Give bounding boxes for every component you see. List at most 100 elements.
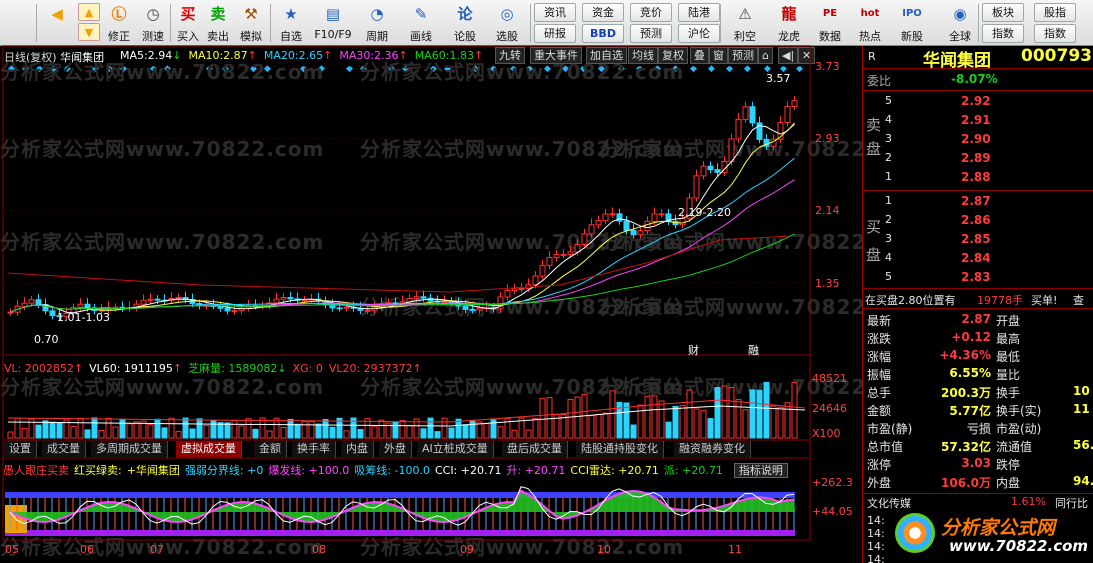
volume-legend-vl-arrow: ↑ [73, 362, 84, 375]
candle-body [539, 264, 546, 277]
sell-level-2: 2 [885, 151, 892, 164]
indicator-stock: +华闻集团 [126, 464, 180, 477]
candle-body [21, 302, 28, 307]
candle-body [784, 106, 791, 124]
volume-bar [182, 417, 189, 439]
stat-label-5: 金额 [867, 404, 892, 418]
candle-body [658, 213, 665, 216]
volume-legend-vl20-arrow: ↑ [412, 362, 422, 375]
indicator-tab-8[interactable]: AI立桩成交量 [417, 441, 494, 458]
stat-label-6: 市盈(静) [867, 422, 913, 436]
volume-bar [112, 426, 119, 439]
ipo-button[interactable]: IPO 新股 [894, 2, 930, 44]
candle-body [231, 310, 238, 313]
candle-body [49, 310, 56, 317]
flower-logo-icon [895, 513, 935, 553]
indicator-desc: 红买绿卖: [74, 464, 122, 477]
stat-label-1: 涨跌 [867, 332, 892, 346]
panel-divider [863, 190, 1093, 191]
volume-legend-zhima: 芝麻量: 1589082 [188, 362, 278, 375]
indicator-tab-7[interactable]: 外盘 [379, 441, 412, 458]
candle-body [441, 301, 448, 304]
toolbar-small-button-9[interactable]: 指数 [982, 24, 1024, 43]
volume-bar [378, 419, 385, 439]
volume-bar [7, 431, 14, 439]
candle-body [343, 306, 350, 309]
candle-body [420, 296, 427, 299]
candle-body [28, 299, 35, 304]
indicator-tab-11[interactable]: 融资融券变化 [674, 441, 751, 458]
sell-price-5: 2.92 [961, 94, 991, 108]
stat-value-6: 亏损 [966, 422, 991, 436]
panel-divider [863, 90, 1093, 91]
margin-marker: 融 [748, 342, 759, 358]
kline-chart[interactable] [0, 0, 862, 563]
candle-body [476, 307, 483, 311]
volume-bar [763, 381, 770, 439]
toolbar-small-button-8[interactable]: 板块 [982, 3, 1024, 22]
candle-body [364, 309, 371, 312]
buy-price-2: 2.86 [961, 213, 991, 227]
candle-body [413, 296, 420, 300]
indicator-tab-3[interactable]: 虚拟成交量 [176, 441, 242, 458]
volume-bar [756, 389, 763, 439]
stat-label2-3: 量比 [996, 368, 1021, 382]
indicator-tab-2[interactable]: 多周期成交量 [91, 441, 168, 458]
volume-bar [98, 429, 105, 439]
indicator-band-bottom [5, 530, 795, 536]
stat-label2-4: 换手 [996, 386, 1021, 400]
volume-bar [210, 419, 217, 439]
trade-time-3: 14: [867, 553, 885, 563]
indicator-name: 愚人跟庄买卖 [3, 464, 69, 477]
indicator-baofa: 爆发线: +100.0 [268, 464, 350, 477]
volume-bar [168, 417, 175, 439]
buy-label: 买 [866, 218, 882, 236]
volume-bar [546, 397, 553, 439]
indicator-tab-5[interactable]: 换手率 [292, 441, 336, 458]
toolbar-small-button-11[interactable]: 指数 [1034, 24, 1076, 43]
indicator-tab-9[interactable]: 盘后成交量 [502, 441, 568, 458]
volume-bar [658, 400, 665, 439]
ma20-line [10, 157, 795, 313]
candle-body [175, 297, 182, 300]
volume-bar [217, 422, 224, 439]
volume-bar [567, 398, 574, 439]
volume-bar [231, 419, 238, 439]
volume-legend-zhima-arrow: ↓ [277, 362, 287, 375]
ma10-line [10, 123, 795, 313]
indicator-tab-10[interactable]: 陆股通持股变化 [576, 441, 664, 458]
volume-bar [539, 398, 546, 439]
toolbar-small-button-10[interactable]: 股指 [1034, 3, 1076, 22]
stat-label-8: 涨停 [867, 458, 892, 472]
candle-body [511, 288, 518, 292]
volume-axis-label: 48521 [812, 372, 847, 385]
globe-button[interactable]: ◉ 全球 [940, 2, 980, 44]
candle-body [700, 165, 707, 177]
candle-body [140, 299, 147, 305]
volume-bar [308, 421, 315, 439]
date-axis-label: 11 [728, 543, 742, 556]
volume-bar [770, 405, 777, 439]
stat-label-7: 总市值 [867, 440, 904, 454]
volume-bar [511, 429, 518, 439]
stat-value-1: +0.12 [951, 330, 991, 344]
candle-body [532, 275, 539, 286]
date-axis-label: 05 [5, 543, 19, 556]
price-axis-label: 2.93 [815, 132, 840, 145]
volume-bar [777, 406, 784, 439]
candle-body [147, 298, 154, 301]
indicator-sheng: 升: +20.71 [506, 464, 566, 477]
volume-bar [602, 412, 609, 439]
buy-price-1: 2.87 [961, 194, 991, 208]
candle-body [637, 230, 644, 236]
stat-value-5: 5.77亿 [949, 404, 991, 418]
indicator-tab-4[interactable]: 金额 [254, 441, 287, 458]
panel-divider [863, 308, 1093, 309]
indicator-help-button[interactable]: 指标说明 [733, 463, 788, 478]
indicator-tab-0[interactable]: 设置 [4, 441, 37, 458]
candle-body [336, 307, 343, 310]
indicator-tab-6[interactable]: 内盘 [341, 441, 374, 458]
stat-label-3: 振幅 [867, 368, 892, 382]
volume-bar [651, 395, 658, 439]
indicator-tab-1[interactable]: 成交量 [42, 441, 86, 458]
